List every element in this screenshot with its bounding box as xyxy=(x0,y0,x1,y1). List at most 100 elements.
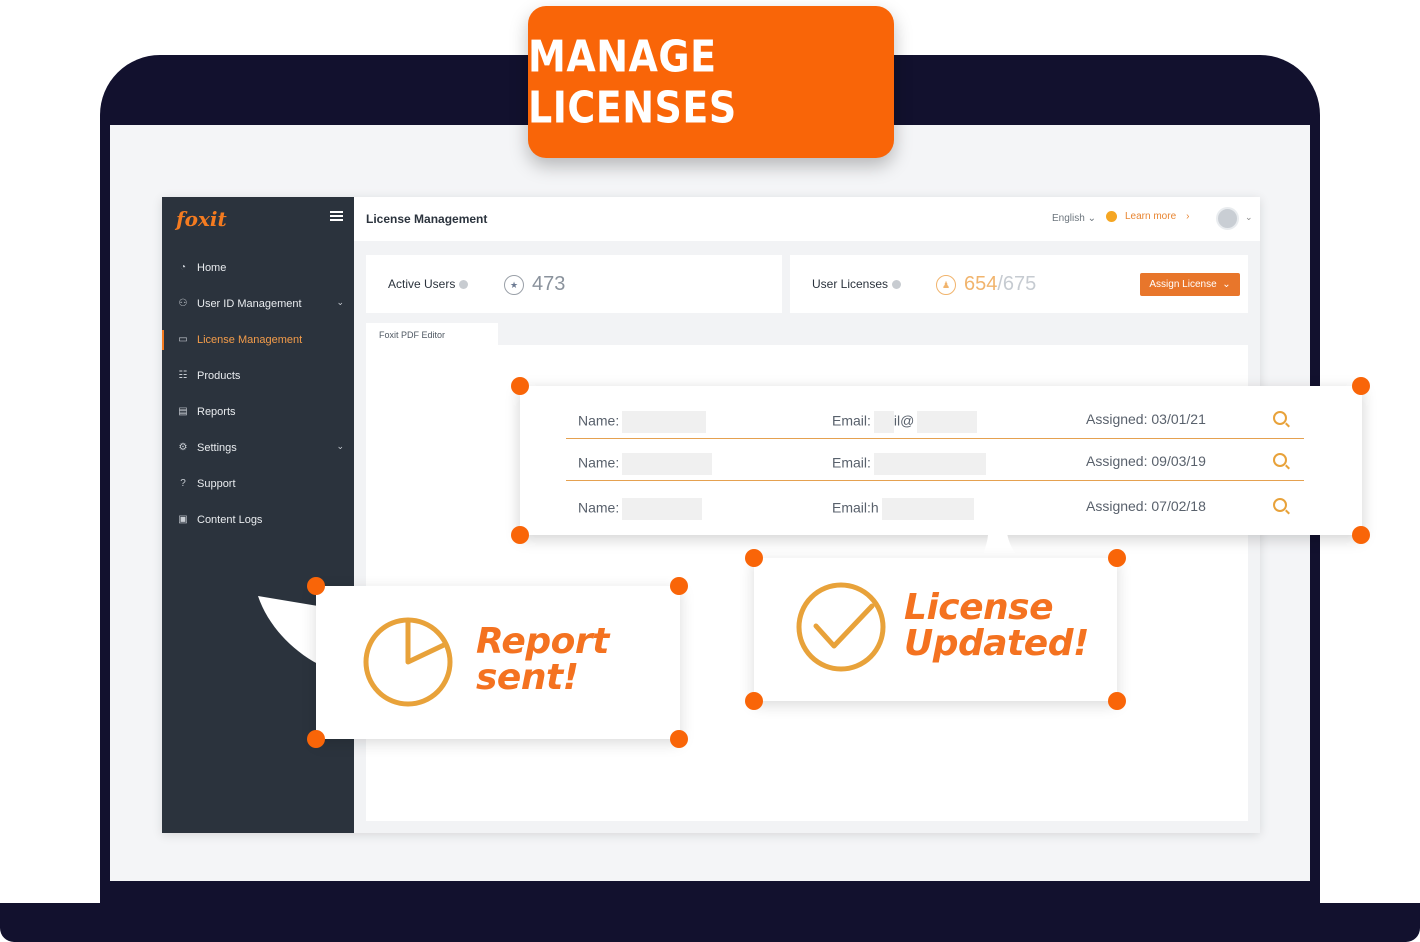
tab-foxit-pdf-editor[interactable]: Foxit PDF Editor xyxy=(366,323,498,345)
email-fragment: il@ xyxy=(893,412,915,429)
sidebar-item-products[interactable]: ☷ Products xyxy=(162,358,354,394)
name-label: Name: xyxy=(578,412,620,429)
license-updated-callout: License Updated! xyxy=(754,558,1117,701)
license-line-2: Updated! xyxy=(904,623,1089,664)
corner-dot xyxy=(307,730,325,748)
name-label: Name: xyxy=(578,499,620,516)
email-cell: Email: xyxy=(832,453,986,475)
home-icon: ◔ xyxy=(179,262,187,273)
reports-icon: ▤ xyxy=(178,406,188,417)
chevron-down-icon: ⌄ xyxy=(336,441,344,451)
name-cell: Name: xyxy=(578,411,707,433)
top-bar: License Management English ⌄ Learn more … xyxy=(354,197,1260,241)
redacted-email xyxy=(873,453,986,475)
name-cell: Name: xyxy=(578,498,703,520)
learn-more-label: Learn more xyxy=(1125,211,1177,222)
active-users-text: Active Users xyxy=(388,277,456,291)
table-row[interactable]: Name: Email: il@ Assigned: 03/01/21 xyxy=(566,397,1304,439)
email-label: Email: xyxy=(832,412,871,429)
sidebar-item-settings[interactable]: ⚙ Settings ⌄ xyxy=(162,430,354,466)
license-list-card: Name: Email: il@ Assigned: 03/01/21 Name:… xyxy=(520,386,1362,535)
corner-dot xyxy=(1108,692,1126,710)
corner-dot xyxy=(511,526,529,544)
assigned-cell: Assigned: 09/03/19 xyxy=(1086,453,1206,469)
chevron-right-icon: › xyxy=(1186,211,1190,222)
search-icon[interactable] xyxy=(1273,453,1287,467)
sidebar-item-label: Products xyxy=(197,370,241,382)
check-circle-icon xyxy=(796,582,886,672)
report-line-1: Report xyxy=(476,621,609,662)
table-row[interactable]: Name: Email:h Assigned: 07/02/18 xyxy=(566,484,1304,526)
sidebar-item-label: Support xyxy=(197,478,236,490)
learn-more-link[interactable]: Learn more › xyxy=(1106,211,1189,222)
corner-dot xyxy=(1352,377,1370,395)
name-label: Name: xyxy=(578,454,620,471)
search-icon[interactable] xyxy=(1273,498,1287,512)
users-icon: ⚇ xyxy=(178,298,188,309)
page-title: License Management xyxy=(366,212,488,226)
language-selector[interactable]: English ⌄ xyxy=(1052,213,1096,224)
avatar[interactable] xyxy=(1216,207,1239,230)
user-licenses-value: 654/675 xyxy=(964,273,1036,296)
corner-dot xyxy=(670,577,688,595)
search-icon[interactable] xyxy=(1273,411,1287,425)
headline-banner: MANAGE LICENSES xyxy=(528,6,894,158)
corner-dot xyxy=(1352,526,1370,544)
email-label: Email: xyxy=(832,499,871,516)
assigned-cell: Assigned: 07/02/18 xyxy=(1086,498,1206,514)
sidebar-item-label: License Management xyxy=(197,334,303,346)
license-icon: ▭ xyxy=(178,334,188,345)
redacted-name xyxy=(622,453,713,475)
sidebar-item-home[interactable]: ◔ Home xyxy=(162,250,354,286)
corner-dot xyxy=(307,577,325,595)
corner-dot xyxy=(745,549,763,567)
corner-dot xyxy=(511,377,529,395)
email-label: Email: xyxy=(832,454,871,471)
sidebar-item-license-management[interactable]: ▭ License Management xyxy=(162,322,354,358)
sidebar-item-label: Content Logs xyxy=(197,514,263,526)
licenses-total: /675 xyxy=(997,273,1037,295)
info-icon[interactable] xyxy=(892,280,902,289)
info-icon[interactable] xyxy=(459,280,469,289)
user-licenses-text: User Licenses xyxy=(812,277,889,291)
language-label: English xyxy=(1052,213,1085,224)
sidebar-item-user-id-management[interactable]: ⚇ User ID Management ⌄ xyxy=(162,286,354,322)
corner-dot xyxy=(670,730,688,748)
chevron-down-icon: ⌄ xyxy=(336,297,344,307)
promo-stage: MANAGE LICENSES foxit ◔ Home ⚇ User ID M… xyxy=(0,0,1420,942)
redacted-name xyxy=(622,411,707,433)
corner-dot xyxy=(745,692,763,710)
redacted-email xyxy=(917,411,978,433)
report-sent-text: Report sent! xyxy=(476,624,609,696)
sidebar-item-reports[interactable]: ▤ Reports xyxy=(162,394,354,430)
sidebar-nav: ◔ Home ⚇ User ID Management ⌄ ▭ License … xyxy=(162,250,354,538)
table-row[interactable]: Name: Email: Assigned: 09/03/19 xyxy=(566,439,1304,481)
active-users-value: 473 xyxy=(532,273,566,295)
sidebar-item-content-logs[interactable]: ▣ Content Logs xyxy=(162,502,354,538)
name-cell: Name: xyxy=(578,453,713,475)
headline-text: MANAGE LICENSES xyxy=(528,31,737,133)
content-logs-icon: ▣ xyxy=(178,514,188,525)
license-badge-icon: ♟ xyxy=(936,275,956,295)
sidebar-item-support[interactable]: ? Support xyxy=(162,466,354,502)
speech-tail xyxy=(984,520,1022,560)
assign-license-label: Assign License xyxy=(1149,279,1217,290)
user-badge-icon: ★ xyxy=(504,275,524,295)
settings-icon: ⚙ xyxy=(178,442,188,453)
license-updated-text: License Updated! xyxy=(904,590,1089,662)
license-line-1: License xyxy=(904,587,1054,628)
report-sent-callout: Report sent! xyxy=(316,586,680,739)
redacted-email xyxy=(873,411,894,433)
menu-icon[interactable] xyxy=(330,211,343,221)
active-users-card: Active Users ★ 473 xyxy=(366,255,782,313)
report-line-2: sent! xyxy=(476,657,579,698)
sidebar-item-label: Reports xyxy=(197,406,236,418)
redacted-name xyxy=(622,498,703,520)
speech-tail xyxy=(258,596,318,664)
assign-license-button[interactable]: Assign License ⌄ xyxy=(1140,273,1240,296)
foxit-logo: foxit xyxy=(176,207,227,231)
chevron-down-icon[interactable]: ⌄ xyxy=(1245,212,1253,223)
learn-more-icon xyxy=(1106,211,1117,222)
laptop-base xyxy=(0,903,1420,942)
active-users-label: Active Users xyxy=(388,277,469,291)
